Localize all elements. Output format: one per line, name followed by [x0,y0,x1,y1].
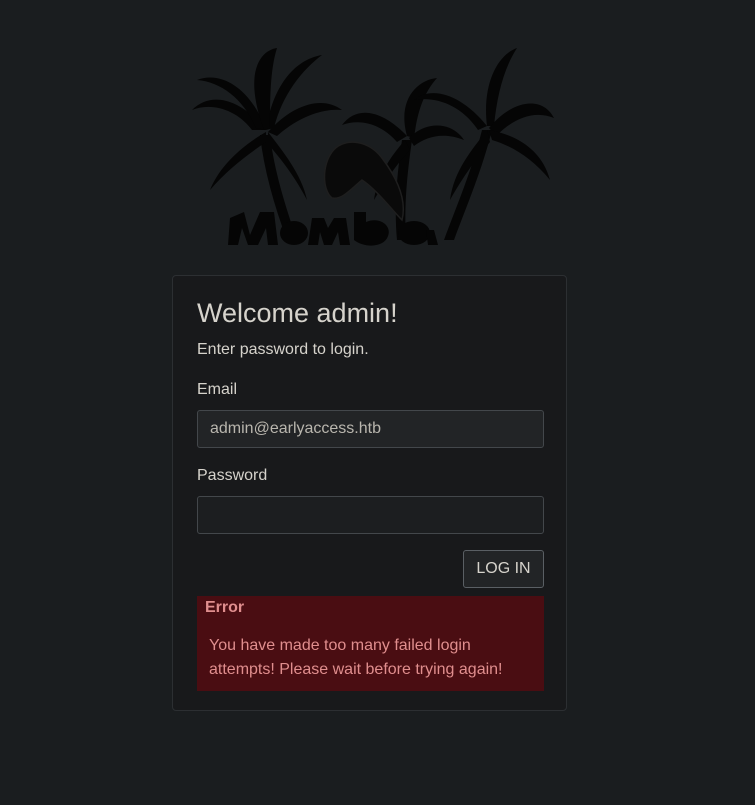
error-alert: Error You have made too many failed logi… [197,596,544,691]
error-title: Error [205,599,245,616]
password-field[interactable] [197,496,544,534]
password-label: Password [197,467,268,484]
mamba-logo [182,40,558,255]
page: Welcome admin! Enter password to login. … [0,0,755,805]
login-subtitle: Enter password to login. [197,341,369,358]
email-label: Email [197,381,238,398]
page-title: Welcome admin! [197,298,398,328]
error-message: You have made too many failed login atte… [209,637,503,678]
email-field[interactable] [197,410,544,448]
login-button[interactable]: LOG IN [463,550,544,588]
palm-trees-snake-logo-icon [192,48,554,246]
login-card: Welcome admin! Enter password to login. … [172,275,567,711]
